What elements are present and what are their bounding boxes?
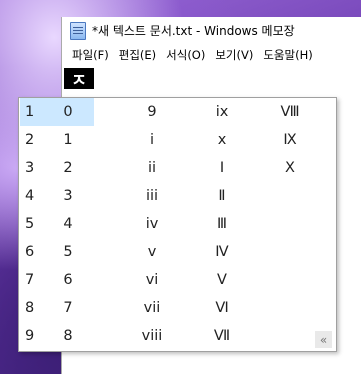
candidate[interactable]: x bbox=[197, 126, 247, 154]
menu-file[interactable]: 파일(F) bbox=[67, 47, 114, 63]
menu-bar: 파일(F) 편집(E) 서식(O) 보기(V) 도움말(H) bbox=[62, 44, 361, 66]
candidate[interactable]: 0 bbox=[55, 98, 81, 126]
candidate[interactable]: 3 bbox=[55, 182, 81, 210]
candidate[interactable]: Ⅱ bbox=[197, 182, 247, 210]
candidate[interactable]: Ⅳ bbox=[197, 238, 247, 266]
candidate-number: 3 bbox=[25, 160, 35, 176]
candidate-row: 8 7 vii Ⅵ bbox=[19, 294, 336, 322]
candidate[interactable] bbox=[265, 210, 315, 238]
candidate[interactable]: 6 bbox=[55, 266, 81, 294]
candidate[interactable]: Ⅰ bbox=[197, 154, 247, 182]
candidate[interactable]: 1 bbox=[55, 126, 81, 154]
candidate-number: 4 bbox=[25, 188, 35, 204]
candidate[interactable]: 5 bbox=[55, 238, 81, 266]
candidate-number: 1 bbox=[25, 104, 35, 120]
candidate-row: 5 4 iv Ⅲ bbox=[19, 210, 336, 238]
candidate[interactable]: v bbox=[127, 238, 177, 266]
menu-view[interactable]: 보기(V) bbox=[210, 47, 258, 63]
candidate[interactable] bbox=[265, 266, 315, 294]
candidate[interactable]: Ⅹ bbox=[265, 154, 315, 182]
menu-help[interactable]: 도움말(H) bbox=[258, 47, 317, 63]
candidate[interactable]: viii bbox=[127, 322, 177, 350]
candidate[interactable]: Ⅲ bbox=[197, 210, 247, 238]
candidate[interactable]: 2 bbox=[55, 154, 81, 182]
candidate-number: 2 bbox=[25, 132, 35, 148]
ime-candidate-window: 1 0 9 ix Ⅷ 2 1 i x Ⅸ 3 2 ii Ⅰ Ⅹ 4 3 iii … bbox=[18, 97, 337, 352]
candidate[interactable]: ix bbox=[197, 98, 247, 126]
candidate[interactable]: Ⅴ bbox=[197, 266, 247, 294]
candidate[interactable]: Ⅶ bbox=[197, 322, 247, 350]
candidate[interactable]: Ⅸ bbox=[265, 126, 315, 154]
candidate[interactable]: 7 bbox=[55, 294, 81, 322]
candidate[interactable] bbox=[265, 322, 315, 350]
candidate[interactable]: iii bbox=[127, 182, 177, 210]
title-bar[interactable]: *새 텍스트 문서.txt - Windows 메모장 bbox=[62, 17, 361, 44]
candidate-row: 1 0 9 ix Ⅷ bbox=[19, 98, 336, 126]
candidate-row: 9 8 viii Ⅶ bbox=[19, 322, 336, 350]
candidate[interactable]: Ⅵ bbox=[197, 294, 247, 322]
candidate-row: 7 6 vi Ⅴ bbox=[19, 266, 336, 294]
candidate[interactable] bbox=[265, 182, 315, 210]
window-title: *새 텍스트 문서.txt - Windows 메모장 bbox=[92, 24, 295, 38]
candidate-number: 5 bbox=[25, 216, 35, 232]
candidate-number: 9 bbox=[25, 328, 35, 344]
candidate[interactable]: ii bbox=[127, 154, 177, 182]
menu-format[interactable]: 서식(O) bbox=[161, 47, 210, 63]
candidate[interactable]: iv bbox=[127, 210, 177, 238]
candidate-row: 4 3 iii Ⅱ bbox=[19, 182, 336, 210]
candidate-number: 8 bbox=[25, 300, 35, 316]
candidate[interactable]: 9 bbox=[127, 98, 177, 126]
candidate-number: 7 bbox=[25, 272, 35, 288]
candidate[interactable] bbox=[265, 294, 315, 322]
candidate-row: 6 5 v Ⅳ bbox=[19, 238, 336, 266]
candidate-row: 2 1 i x Ⅸ bbox=[19, 126, 336, 154]
menu-edit[interactable]: 편집(E) bbox=[114, 47, 161, 63]
candidate[interactable]: 8 bbox=[55, 322, 81, 350]
candidate[interactable]: i bbox=[127, 126, 177, 154]
candidate[interactable]: 4 bbox=[55, 210, 81, 238]
candidate[interactable] bbox=[265, 238, 315, 266]
candidate[interactable]: Ⅷ bbox=[265, 98, 315, 126]
notepad-icon bbox=[70, 21, 86, 40]
ime-composition-char: ㅈ bbox=[64, 68, 94, 91]
candidate-number: 6 bbox=[25, 244, 35, 260]
expand-candidates-button[interactable]: « bbox=[315, 331, 332, 348]
candidate[interactable]: vii bbox=[127, 294, 177, 322]
candidate-row: 3 2 ii Ⅰ Ⅹ bbox=[19, 154, 336, 182]
candidate[interactable]: vi bbox=[127, 266, 177, 294]
